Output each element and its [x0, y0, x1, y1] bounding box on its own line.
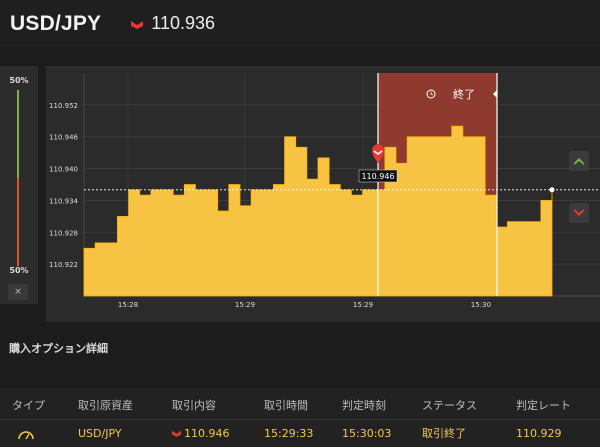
x-axis: 15:28 15:29 15:29 15:30 [118, 301, 491, 309]
top-bar: USD/JPY 110.936 [0, 0, 600, 47]
y-tick-label: 110.928 [49, 229, 78, 237]
current-price-group: 110.936 [131, 13, 215, 34]
end-label: 終了 [453, 87, 475, 101]
up-chevron-icon [574, 158, 584, 165]
close-button[interactable]: × [8, 284, 28, 300]
col-rate: 判定レート [516, 399, 571, 412]
sentiment-bar: 50% 50% × [0, 66, 38, 304]
row-trade-group: 110.946 [172, 422, 230, 446]
row-judge-time: 15:30:03 [342, 427, 392, 440]
col-status: ステータス [422, 399, 477, 412]
x-tick-label: 15:29 [353, 301, 373, 309]
chart-svg: 110.952 110.946 110.940 110.934 110.928 110.9… [49, 73, 600, 309]
y-tick-label: 110.952 [49, 102, 78, 110]
entry-label: 110.946 [361, 172, 394, 181]
details-title: 購入オプション詳細 [9, 342, 108, 355]
down-arrow-icon [131, 20, 144, 29]
y-tick-label: 110.946 [49, 134, 78, 142]
table-divider [0, 419, 600, 420]
col-trade: 取引内容 [172, 399, 216, 412]
table-header: タイプ 取引原資産 取引内容 取引時間 判定時刻 ステータス 判定レート [0, 394, 600, 418]
currency-pair: USD/JPY [10, 11, 102, 35]
row-status: 取引終了 [422, 427, 466, 440]
y-tick-label: 110.922 [49, 261, 78, 269]
row-asset: USD/JPY [78, 427, 122, 440]
row-trade: 110.946 [184, 427, 230, 440]
details-table: タイプ 取引原資産 取引内容 取引時間 判定時刻 ステータス 判定レート USD… [0, 388, 600, 447]
down-ratio-bar [17, 178, 19, 266]
current-price-dot [549, 187, 555, 193]
row-trade-time: 15:29:33 [264, 427, 314, 440]
x-tick-label: 15:29 [235, 301, 255, 309]
down-percent: 50% [9, 266, 29, 275]
price-chart[interactable]: 110.952 110.946 110.940 110.934 110.928 110.9… [46, 66, 600, 322]
col-type: タイプ [12, 399, 45, 412]
y-tick-label: 110.934 [49, 197, 78, 205]
down-chevron-icon [574, 209, 584, 216]
x-tick-label: 15:30 [471, 301, 491, 309]
gauge-icon [17, 422, 35, 446]
down-arrow-icon [172, 430, 181, 437]
col-asset: 取引原資産 [78, 399, 133, 412]
y-tick-label: 110.940 [49, 166, 78, 174]
higher-button[interactable] [569, 151, 589, 171]
up-ratio-bar [17, 90, 19, 178]
lower-button[interactable] [569, 203, 589, 223]
price-area [83, 125, 553, 297]
up-percent: 50% [9, 76, 29, 85]
col-judge-time: 判定時刻 [342, 399, 386, 412]
current-price: 110.936 [151, 13, 215, 33]
x-tick-label: 15:28 [118, 301, 138, 309]
y-axis: 110.952 110.946 110.940 110.934 110.928 110.9… [49, 102, 78, 269]
row-rate: 110.929 [516, 427, 562, 440]
table-row[interactable]: USD/JPY 110.946 15:29:33 15:30:03 取引終了 1… [0, 422, 600, 446]
col-trade-time: 取引時間 [264, 399, 308, 412]
